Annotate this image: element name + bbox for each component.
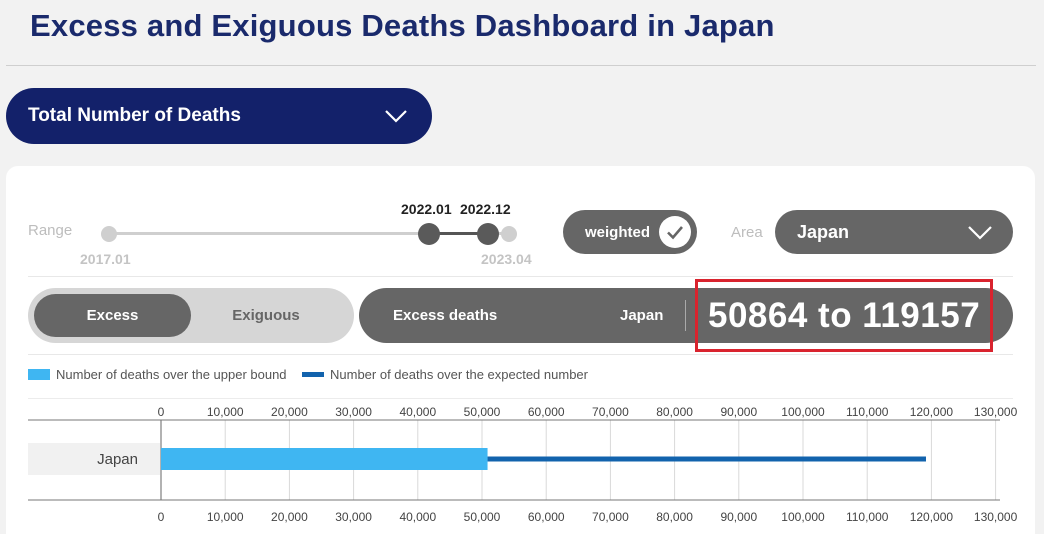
- x-tick-label-bottom: 70,000: [592, 510, 629, 524]
- x-tick-label-bottom: 80,000: [656, 510, 693, 524]
- metric-dropdown[interactable]: Total Number of Deaths: [6, 88, 432, 144]
- bar-expected: [487, 456, 926, 462]
- x-tick-label-top: 70,000: [592, 405, 629, 419]
- area-label: Area: [731, 224, 763, 241]
- mode-toggle: Excess Exiguous: [28, 288, 354, 343]
- page-title: Excess and Exiguous Deaths Dashboard in …: [30, 8, 775, 43]
- x-tick-label-top: 40,000: [399, 405, 436, 419]
- x-tick-label-bottom: 10,000: [207, 510, 244, 524]
- range-slider-min-marker: [101, 226, 117, 242]
- result-area: Japan: [620, 307, 664, 324]
- x-tick-label-top: 0: [158, 405, 165, 419]
- excess-tab[interactable]: Excess: [34, 294, 191, 337]
- exiguous-tab[interactable]: Exiguous: [196, 294, 336, 337]
- x-tick-label-top: 110,000: [846, 405, 889, 419]
- range-label: Range: [28, 222, 73, 239]
- divider: [28, 398, 1013, 399]
- weighted-toggle[interactable]: weighted: [563, 210, 697, 254]
- chevron-down-icon: [968, 226, 992, 240]
- range-max-label: 2023.04: [481, 251, 532, 267]
- range-start-handle[interactable]: [418, 223, 440, 245]
- legend-expected: Number of deaths over the expected numbe…: [302, 367, 588, 382]
- area-dropdown-value: Japan: [797, 221, 850, 242]
- range-min-label: 2017.01: [80, 251, 131, 267]
- check-icon: [659, 216, 691, 248]
- range-selected-end: 2022.12: [460, 201, 511, 217]
- legend-swatch: [28, 369, 50, 380]
- divider: [28, 276, 1013, 277]
- legend-label: Number of deaths over the upper bound: [56, 367, 287, 382]
- x-tick-label-bottom: 130,000: [974, 510, 1018, 524]
- deaths-bar-chart: Japan 0 0 10,000 10,000 20,000 20,000 30,000 30…: [0, 400, 1044, 534]
- x-tick-label-top: 80,000: [656, 405, 693, 419]
- x-tick-label-bottom: 120,000: [910, 510, 954, 524]
- divider: [28, 354, 1013, 355]
- chevron-down-icon: [385, 110, 407, 123]
- x-tick-label-top: 50,000: [464, 405, 501, 419]
- title-divider: [6, 65, 1036, 66]
- x-tick-label-top: 30,000: [335, 405, 372, 419]
- x-tick-label-top: 20,000: [271, 405, 308, 419]
- legend-swatch: [302, 372, 324, 377]
- metric-dropdown-label: Total Number of Deaths: [28, 105, 241, 126]
- x-tick-label-top: 130,000: [974, 405, 1018, 419]
- x-tick-label-bottom: 50,000: [464, 510, 501, 524]
- legend-upper-bound: Number of deaths over the upper bound: [28, 367, 287, 382]
- bar-upper-bound: [161, 448, 488, 470]
- x-tick-label-bottom: 40,000: [399, 510, 436, 524]
- result-divider: [685, 300, 686, 331]
- x-tick-label-bottom: 90,000: [720, 510, 757, 524]
- x-tick-label-top: 60,000: [528, 405, 565, 419]
- x-tick-label-bottom: 100,000: [781, 510, 825, 524]
- legend-label: Number of deaths over the expected numbe…: [330, 367, 588, 382]
- range-selected-start: 2022.01: [401, 201, 452, 217]
- range-end-handle[interactable]: [477, 223, 499, 245]
- x-tick-label-bottom: 60,000: [528, 510, 565, 524]
- x-tick-label-top: 90,000: [720, 405, 757, 419]
- weighted-label: weighted: [585, 223, 651, 241]
- result-kind: Excess deaths: [393, 307, 498, 324]
- x-tick-label-bottom: 0: [158, 510, 165, 524]
- x-tick-label-top: 100,000: [781, 405, 825, 419]
- x-tick-label-top: 10,000: [207, 405, 244, 419]
- highlight-box: [695, 279, 993, 352]
- x-tick-label-bottom: 20,000: [271, 510, 308, 524]
- range-slider-max-marker: [501, 226, 517, 242]
- area-dropdown[interactable]: Japan: [775, 210, 1013, 254]
- x-tick-label-bottom: 110,000: [846, 510, 889, 524]
- chart-svg: 0 0 10,000 10,000 20,000 20,000 30,000 30,000 40…: [28, 405, 1018, 524]
- x-tick-label-top: 120,000: [910, 405, 954, 419]
- x-tick-label-bottom: 30,000: [335, 510, 372, 524]
